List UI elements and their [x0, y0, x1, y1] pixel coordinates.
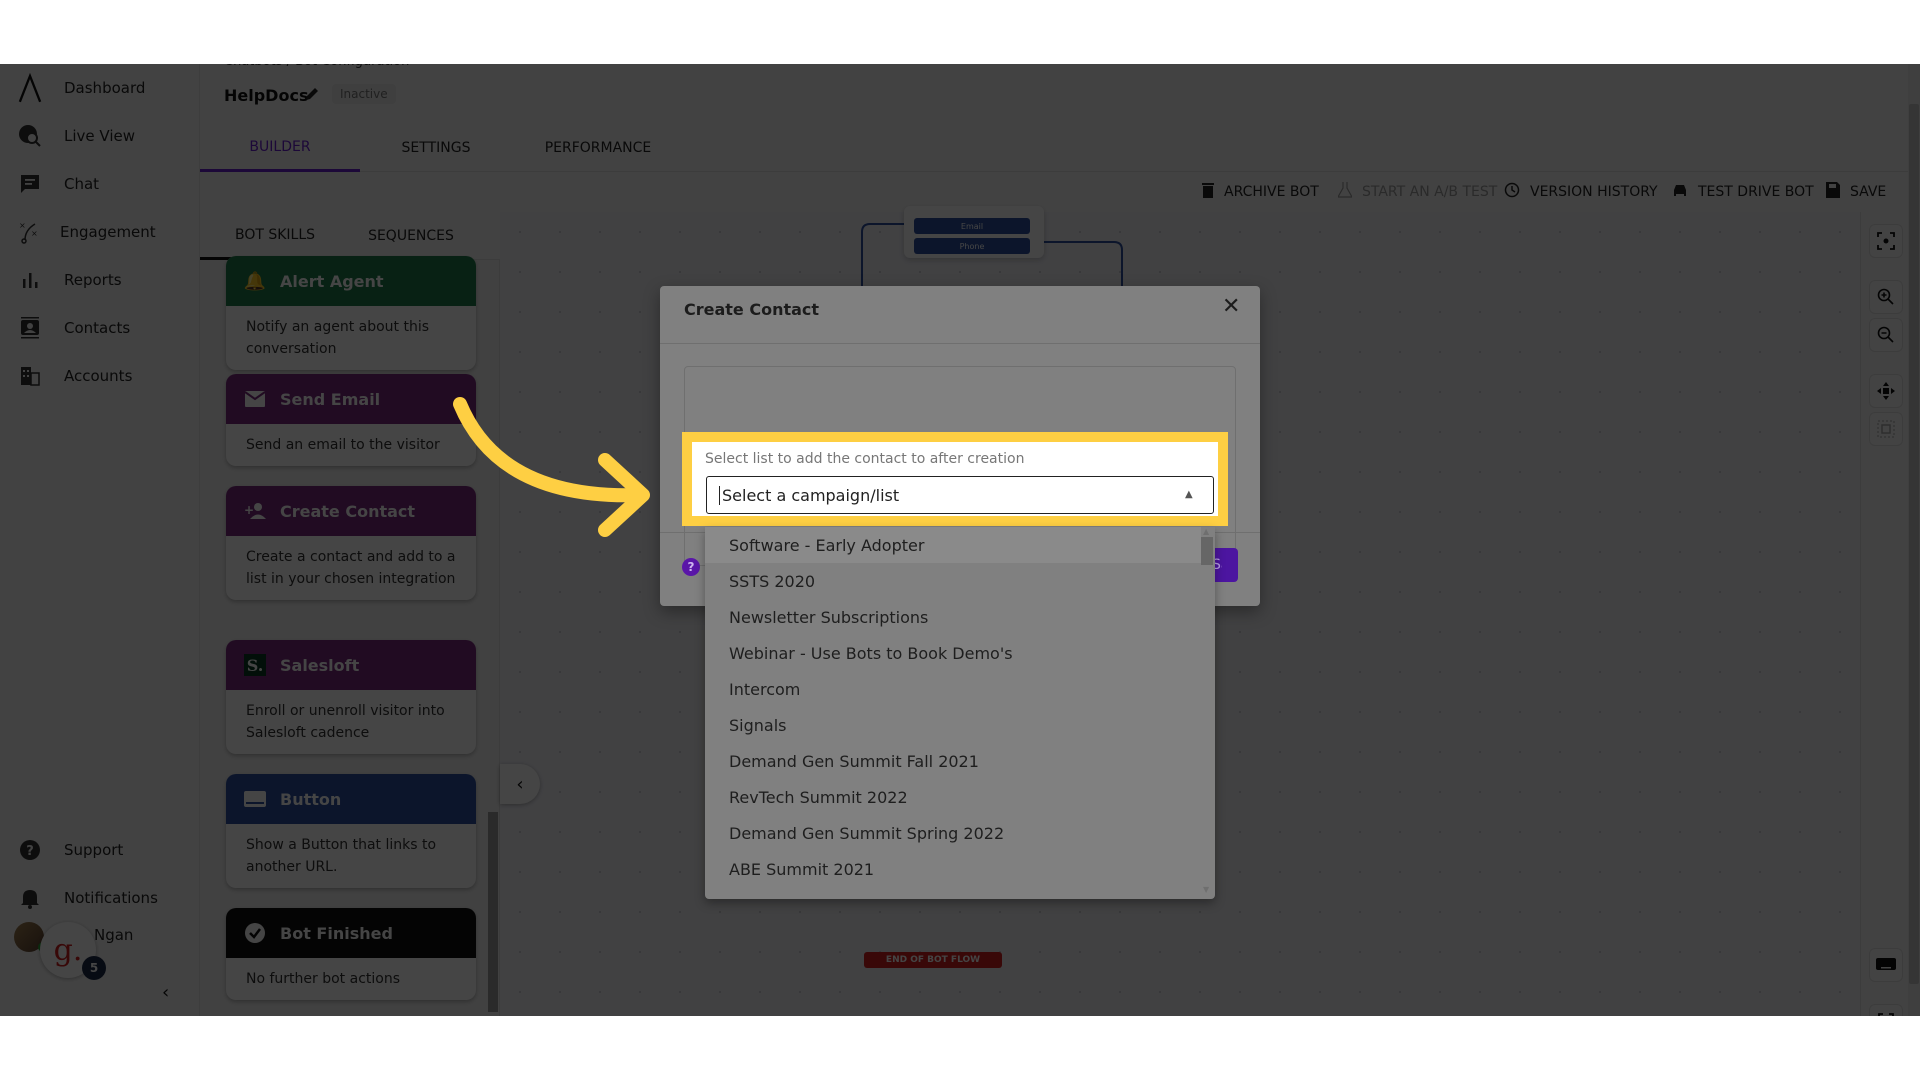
select-input[interactable]: Select a campaign/list — [719, 486, 899, 505]
dropdown-option[interactable]: Newsletter Subscriptions — [705, 599, 1201, 635]
scroll-up-icon[interactable]: ▲ — [1203, 527, 1209, 536]
field-label: Select list to add the contact to after … — [705, 451, 1025, 467]
dropdown-option[interactable]: Demand Gen Summit Spring 2022 — [705, 815, 1201, 851]
dropdown-option[interactable]: RevTech Summit 2022 — [705, 779, 1201, 815]
campaign-list-select[interactable]: Select a campaign/list ▲ — [706, 476, 1214, 514]
dropdown-option[interactable]: Intercom — [705, 671, 1201, 707]
campaign-list-dropdown: Hinh ABCABE Summit 2021Demand Gen Summit… — [705, 527, 1215, 899]
help-icon[interactable]: ? — [682, 558, 700, 576]
dropdown-option[interactable]: Software - Early Adopter — [705, 527, 1201, 563]
annotation-arrow-icon — [453, 397, 650, 537]
modal-title: Create Contact — [684, 300, 820, 319]
scroll-down-icon[interactable]: ▼ — [1203, 885, 1209, 894]
close-icon[interactable]: ✕ — [1222, 294, 1240, 319]
dropdown-scrollbar-thumb[interactable] — [1201, 537, 1213, 565]
dropdown-option[interactable]: Webinar - Use Bots to Book Demo's — [705, 635, 1201, 671]
dropdown-option[interactable]: SSTS 2020 — [705, 563, 1201, 599]
dropdown-option[interactable]: Demand Gen Summit Fall 2021 — [705, 743, 1201, 779]
dropdown-option[interactable]: Hinh ABC — [705, 887, 1201, 900]
dropdown-option[interactable]: ABE Summit 2021 — [705, 851, 1201, 887]
caret-up-icon[interactable]: ▲ — [1185, 489, 1193, 500]
divider — [660, 343, 1260, 344]
dropdown-option[interactable]: Signals — [705, 707, 1201, 743]
